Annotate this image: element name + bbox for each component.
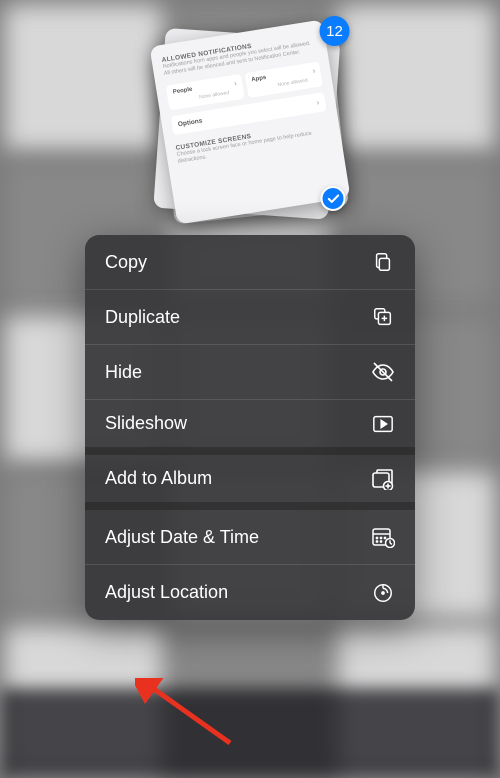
preview-people-box: People None allowed <box>166 74 244 111</box>
menu-item-copy[interactable]: Copy <box>85 235 415 290</box>
selected-photos-preview-stack[interactable]: ALLOWED NOTIFICATIONS Notifications from… <box>153 22 348 217</box>
preview-apps-box: Apps None allowed <box>244 62 322 99</box>
menu-item-adjust-location[interactable]: Adjust Location <box>85 565 415 620</box>
add-album-icon <box>371 467 395 491</box>
location-icon <box>371 581 395 605</box>
duplicate-icon <box>371 305 395 329</box>
menu-item-add-to-album[interactable]: Add to Album <box>85 455 415 510</box>
menu-label: Slideshow <box>105 413 187 434</box>
menu-item-hide[interactable]: Hide <box>85 345 415 400</box>
selection-check-badge <box>321 186 346 211</box>
slideshow-icon <box>371 412 395 436</box>
menu-label: Adjust Location <box>105 582 228 603</box>
menu-item-adjust-date-time[interactable]: Adjust Date & Time <box>85 510 415 565</box>
calendar-icon <box>371 525 395 549</box>
menu-item-slideshow[interactable]: Slideshow <box>85 400 415 455</box>
hide-icon <box>371 360 395 384</box>
menu-item-duplicate[interactable]: Duplicate <box>85 290 415 345</box>
photo-context-menu: Copy Duplicate Hide Slideshow Add to Alb… <box>85 235 415 620</box>
menu-label: Hide <box>105 362 142 383</box>
menu-label: Duplicate <box>105 307 180 328</box>
selection-count-badge: 12 <box>320 16 350 46</box>
menu-label: Copy <box>105 252 147 273</box>
copy-icon <box>371 250 395 274</box>
menu-label: Add to Album <box>105 468 212 489</box>
menu-label: Adjust Date & Time <box>105 527 259 548</box>
